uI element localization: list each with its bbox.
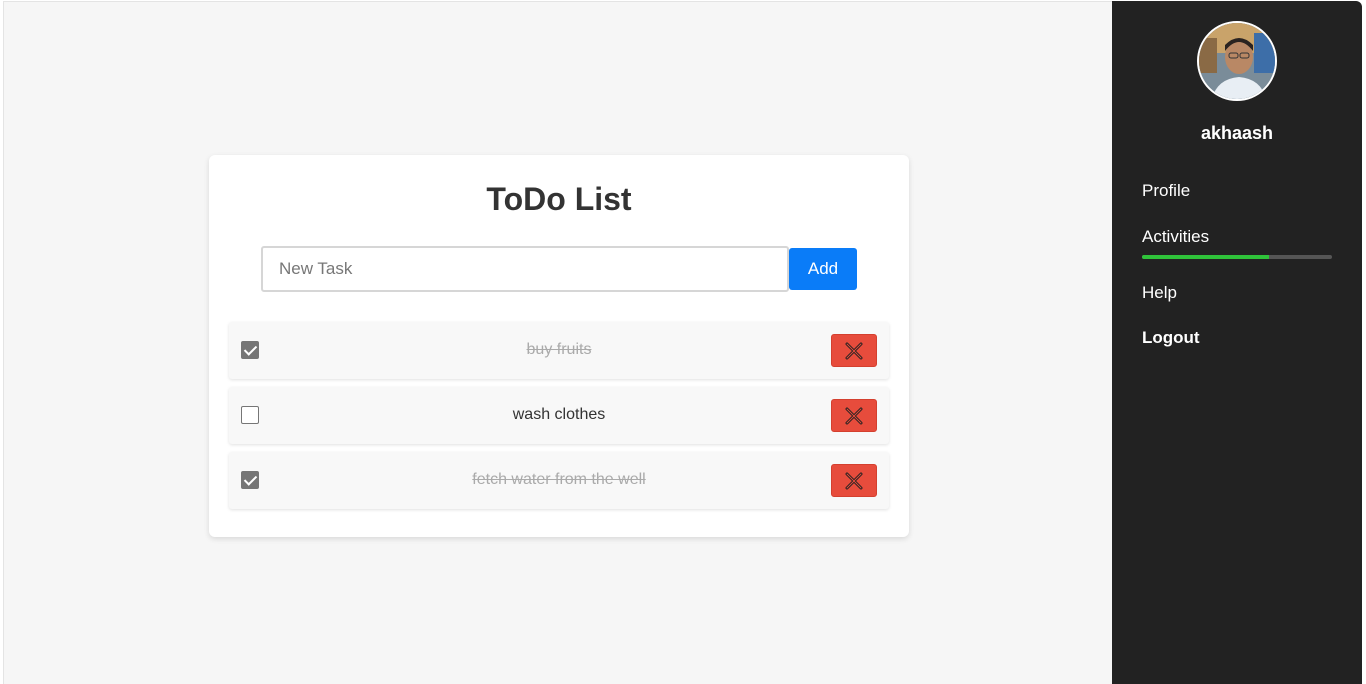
page-title: ToDo List (486, 181, 632, 217)
sidebar: akhaash Profile Activities Help Logout (1112, 1, 1362, 684)
close-icon (845, 342, 863, 359)
nav-profile[interactable]: Profile (1142, 181, 1190, 201)
new-task-input[interactable] (261, 246, 789, 292)
delete-task-button[interactable] (831, 464, 877, 497)
task-item: wash clothes (229, 387, 889, 444)
task-text: fetch water from the well (472, 471, 646, 488)
task-item: fetch water from the well (229, 452, 889, 509)
task-item: buy fruits (229, 322, 889, 379)
todo-card: ToDo List Add buy fruits wash clothes (209, 155, 909, 537)
avatar (1197, 21, 1277, 101)
task-text: wash clothes (512, 406, 606, 423)
delete-task-button[interactable] (831, 399, 877, 432)
close-icon (845, 472, 863, 489)
close-icon (845, 407, 863, 424)
task-text: buy fruits (526, 341, 592, 358)
logout-link[interactable]: Logout (1142, 328, 1200, 348)
nav-help[interactable]: Help (1142, 283, 1177, 303)
delete-task-button[interactable] (831, 334, 877, 367)
nav-activities[interactable]: Activities (1142, 227, 1209, 247)
task-list: buy fruits wash clothes fetch water from… (229, 322, 889, 517)
activities-progress-bar (1142, 255, 1332, 259)
activities-progress-fill (1142, 255, 1270, 259)
add-task-button[interactable]: Add (789, 248, 857, 290)
main-area: ToDo List Add buy fruits wash clothes (3, 1, 1112, 684)
username: akhaash (1200, 123, 1274, 143)
user-photo (1199, 23, 1275, 99)
